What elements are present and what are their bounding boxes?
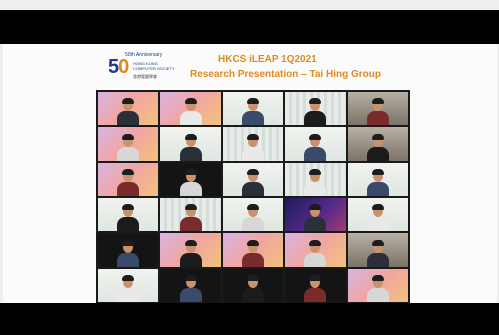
participant-video-tile[interactable] [222,162,284,196]
participant-silhouette [115,168,141,196]
logo-number: 50 [108,56,129,78]
participant-silhouette [365,168,391,196]
participant-silhouette [178,274,204,302]
hkcs-50th-anniversary-logo: 50th Anniversary 50 HONG KONG COMPUTER S… [108,52,180,84]
participant-silhouette [178,168,204,196]
slide-title: HKCS iLEAP 1Q2021 [218,54,317,65]
participant-video-tile[interactable] [347,162,408,196]
participant-silhouette [240,168,266,196]
participant-silhouette [240,133,266,161]
participant-silhouette [178,133,204,161]
slide-subtitle: Research Presentation – Tai Hing Group [190,69,381,80]
participant-silhouette [115,204,141,232]
participant-video-tile[interactable] [347,233,408,267]
participant-video-tile[interactable] [285,268,346,302]
participant-silhouette [302,239,328,267]
participant-video-tile[interactable] [285,198,346,232]
participant-video-tile[interactable] [160,198,221,232]
participant-silhouette [115,133,141,161]
participant-video-tile[interactable] [98,92,159,126]
participant-silhouette [302,98,328,126]
participant-video-tile[interactable] [160,268,221,302]
participant-video-tile[interactable] [222,198,284,232]
top-letterbox-bar [0,10,499,44]
participant-video-tile[interactable] [347,198,408,232]
participant-silhouette [240,274,266,302]
participant-silhouette [365,274,391,302]
participant-video-tile[interactable] [160,233,221,267]
participant-silhouette [178,239,204,267]
participant-video-tile[interactable] [347,127,408,161]
logo-org-chinese: 香港電腦學會 [133,74,157,79]
participant-video-tile[interactable] [160,127,221,161]
participant-video-tile[interactable] [285,92,346,126]
participant-video-tile[interactable] [347,268,408,302]
participant-video-tile[interactable] [347,92,408,126]
participant-video-tile[interactable] [285,162,346,196]
participant-video-tile[interactable] [285,233,346,267]
participant-video-tile[interactable] [98,268,159,302]
logo-org-name: HONG KONG COMPUTER SOCIETY [133,61,175,71]
participant-silhouette [178,204,204,232]
participant-video-tile[interactable] [222,127,284,161]
participant-silhouette [365,133,391,161]
participant-silhouette [302,168,328,196]
participant-video-tile[interactable] [98,198,159,232]
participant-video-tile[interactable] [160,162,221,196]
participant-silhouette [302,133,328,161]
participant-silhouette [240,98,266,126]
participant-video-tile[interactable] [98,127,159,161]
participant-video-tile[interactable] [222,268,284,302]
participant-video-tile[interactable] [222,233,284,267]
participant-silhouette [115,239,141,267]
participant-silhouette [365,204,391,232]
participant-silhouette [240,239,266,267]
participant-silhouette [365,239,391,267]
participant-silhouette [365,98,391,126]
bottom-letterbox-bar [0,303,499,335]
participant-video-tile[interactable] [160,92,221,126]
participant-silhouette [115,98,141,126]
participant-video-tile[interactable] [98,162,159,196]
participant-silhouette [240,204,266,232]
participant-silhouette [115,274,141,302]
participant-video-tile[interactable] [222,92,284,126]
participant-silhouette [302,274,328,302]
participant-silhouette [178,98,204,126]
participant-video-tile[interactable] [285,127,346,161]
video-call-participant-grid [96,90,410,304]
participant-silhouette [302,204,328,232]
participant-video-tile[interactable] [98,233,159,267]
logo-anniversary-text: 50th Anniversary [125,52,163,58]
